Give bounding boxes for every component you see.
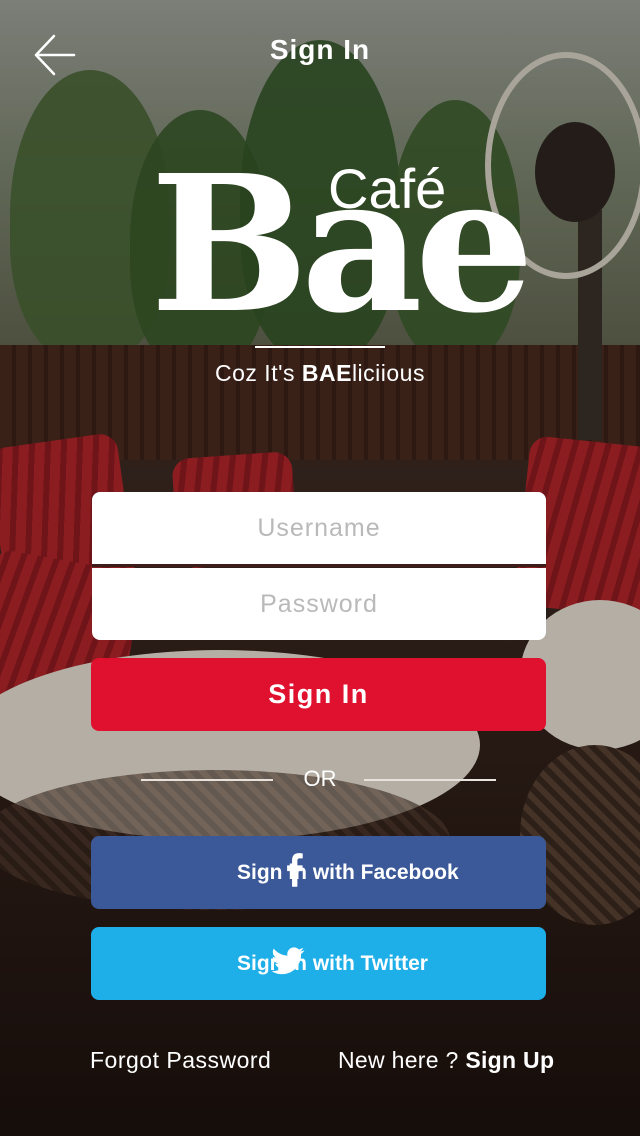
sign-in-button[interactable]: Sign In	[91, 658, 546, 731]
username-input[interactable]	[92, 492, 546, 567]
facebook-button-label: Sign in with Facebook	[237, 861, 459, 884]
or-divider-right	[364, 779, 496, 781]
twitter-sign-in-button[interactable]: Sign in with Twitter	[91, 927, 546, 1000]
new-here-text: New here ?	[338, 1047, 466, 1073]
logo-divider	[255, 346, 385, 348]
logo-cafe-text: Café	[328, 157, 447, 220]
tagline-suffix: liciious	[351, 360, 425, 386]
sign-up-link[interactable]: Sign Up	[465, 1047, 554, 1073]
facebook-sign-in-button[interactable]: Sign in with Facebook	[91, 836, 546, 909]
forgot-password-link[interactable]: Forgot Password	[90, 1047, 271, 1074]
tagline-bold: BAE	[301, 360, 352, 386]
twitter-button-label: Sign in with Twitter	[237, 952, 428, 975]
cafe-bae-logo: Bae Café	[150, 150, 534, 340]
tagline: Coz It's BAEliciious	[0, 360, 640, 387]
sign-up-prompt: New here ? Sign Up	[338, 1047, 554, 1074]
password-input[interactable]	[92, 568, 546, 640]
page-title: Sign In	[269, 34, 371, 65]
or-label: OR	[303, 766, 337, 791]
tagline-prefix: Coz It's	[215, 360, 302, 386]
sign-in-button-label: Sign In	[268, 679, 369, 709]
or-divider-left	[141, 779, 273, 781]
